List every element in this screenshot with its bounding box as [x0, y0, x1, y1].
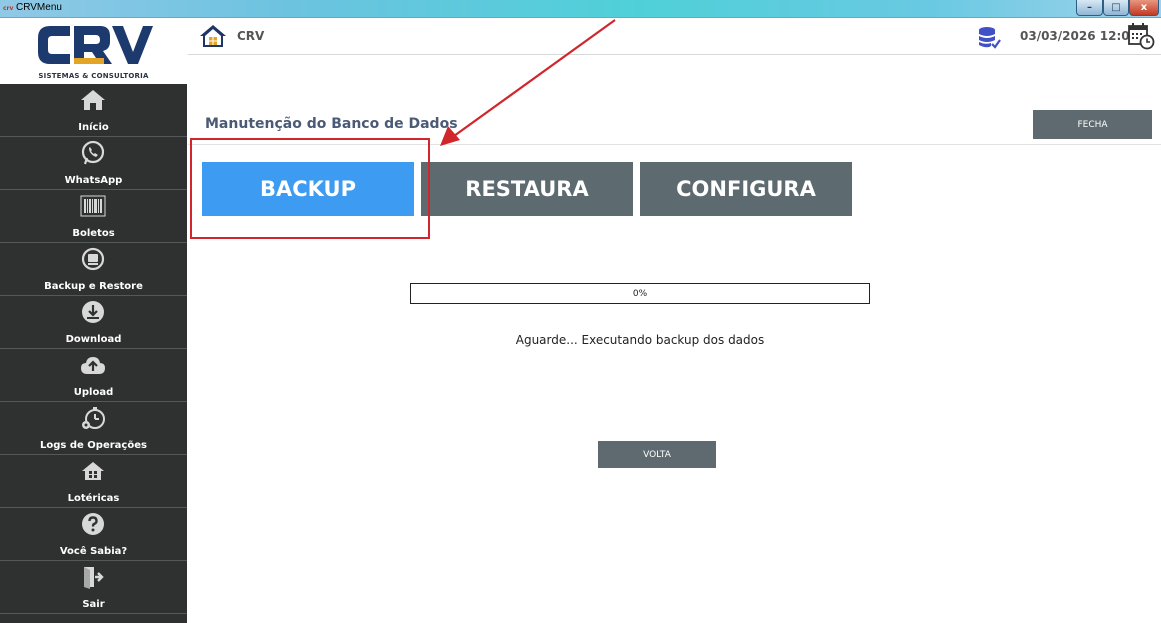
sidebar-item-label: Download	[65, 334, 122, 345]
question-icon	[80, 511, 106, 537]
backup-restore-icon	[80, 246, 106, 272]
logo-subtitle: SISTEMAS & CONSULTORIA	[38, 72, 149, 80]
sidebar-item-label: WhatsApp	[64, 175, 123, 186]
sidebar-item-label: Início	[78, 122, 109, 133]
sidebar-item-sair[interactable]: Sair	[0, 561, 187, 614]
sidebar: Início WhatsApp Boletos Backup e Restore…	[0, 84, 187, 623]
sidebar-item-inicio[interactable]: Início	[0, 84, 187, 137]
loterica-icon	[80, 458, 106, 484]
maximize-button[interactable]: □	[1103, 0, 1129, 16]
whatsapp-icon	[80, 140, 106, 166]
sidebar-item-logs[interactable]: Logs de Operações	[0, 402, 187, 455]
sidebar-item-label: Lotéricas	[67, 493, 120, 504]
progress-label: 0%	[632, 288, 648, 299]
close-window-button[interactable]: x	[1129, 0, 1159, 16]
minimize-button[interactable]: –	[1076, 0, 1103, 16]
annotation-arrow	[440, 19, 616, 146]
sidebar-item-voce-sabia[interactable]: Você Sabia?	[0, 508, 187, 561]
fecha-button[interactable]: FECHA	[1033, 110, 1152, 139]
home-button-icon[interactable]	[199, 23, 227, 49]
database-check-icon[interactable]	[977, 25, 1001, 49]
status-message: Aguarde... Executando backup dos dados	[515, 333, 765, 347]
volta-button[interactable]: VOLTA	[598, 441, 716, 468]
header-datetime: 03/03/2026 12:06	[1020, 29, 1138, 43]
sidebar-item-boletos[interactable]: Boletos	[0, 190, 187, 243]
sidebar-item-lotericas[interactable]: Lotéricas	[0, 455, 187, 508]
configura-button[interactable]: CONFIGURA	[640, 162, 852, 216]
sidebar-item-download[interactable]: Download	[0, 296, 187, 349]
sidebar-item-label: Upload	[73, 387, 114, 398]
sidebar-item-whatsapp[interactable]: WhatsApp	[0, 137, 187, 190]
logo-area: SISTEMAS & CONSULTORIA	[0, 18, 187, 84]
sidebar-item-label: Backup e Restore	[44, 281, 143, 292]
sidebar-item-upload[interactable]: Upload	[0, 349, 187, 402]
highlight-box	[190, 138, 430, 239]
sidebar-item-label: Logs de Operações	[40, 440, 147, 451]
logs-icon	[80, 405, 106, 431]
sidebar-item-backup-restore[interactable]: Backup e Restore	[0, 243, 187, 296]
window-title: CRVMenu	[16, 2, 62, 13]
download-icon	[80, 299, 106, 325]
sidebar-item-label: Boletos	[72, 228, 115, 239]
exit-icon	[80, 564, 106, 590]
restaura-button[interactable]: RESTAURA	[421, 162, 633, 216]
sidebar-item-label: Sair	[82, 599, 105, 610]
calendar-clock-icon[interactable]	[1127, 22, 1155, 50]
app-logo-icon: crv	[3, 5, 14, 12]
sidebar-item-label: Você Sabia?	[59, 546, 128, 557]
title-bar[interactable]: crv CRVMenu	[0, 0, 1161, 18]
header-brand: CRV	[237, 29, 265, 43]
upload-icon	[80, 352, 106, 378]
top-header: CRV 03/03/2026 12:06	[188, 18, 1161, 55]
backup-progress-bar: 0%	[410, 283, 870, 304]
barcode-icon	[80, 193, 106, 219]
page-title: Manutenção do Banco de Dados	[205, 116, 458, 132]
crv-logo	[38, 26, 153, 64]
app-window: crv CRVMenu – □ x SISTEMAS & CONSULTORIA…	[0, 0, 1161, 623]
home-icon	[80, 87, 106, 113]
